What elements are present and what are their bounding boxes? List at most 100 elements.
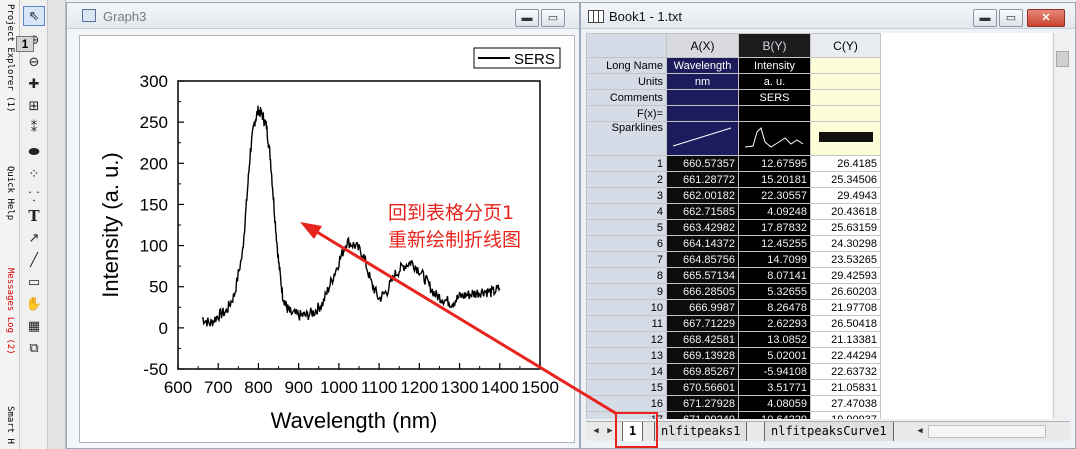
cell-a[interactable]: 670.56601 [666,379,739,396]
cell-b[interactable]: 5.02001 [738,347,811,364]
row-number[interactable]: 15 [586,379,667,396]
label-row-header[interactable]: F(x)= [586,105,667,122]
cell-b[interactable]: 3.51771 [738,379,811,396]
sparkline-b[interactable] [738,121,811,156]
table-row[interactable]: 5 663.42982 17.87832 25.63159 [586,219,888,236]
label-row-header[interactable]: Comments [586,89,667,106]
cell-c[interactable]: 26.60203 [810,283,881,300]
cell-b[interactable]: 4.09248 [738,203,811,220]
label-cell[interactable] [810,89,881,106]
row-number[interactable]: 13 [586,347,667,364]
label-cell[interactable] [810,105,881,122]
sheet-tab-nlfitpeakscurve1[interactable]: nlfitpeaksCurve1 [764,422,894,441]
cell-b[interactable]: 22.30557 [738,187,811,204]
cell-a[interactable]: 669.13928 [666,347,739,364]
cell-b[interactable]: 12.45255 [738,235,811,252]
cell-a[interactable]: 665.57134 [666,267,739,284]
row-number[interactable]: 6 [586,235,667,252]
cell-b[interactable]: 14.7099 [738,251,811,268]
label-cell[interactable]: a. u. [738,73,811,90]
sheet-tab-1[interactable]: 1 [622,422,644,441]
cell-c[interactable]: 27.47038 [810,395,881,412]
table-row[interactable]: 13 669.13928 5.02001 22.44294 [586,347,888,364]
cell-a[interactable]: 664.85756 [666,251,739,268]
column-header-b[interactable]: B(Y) [738,33,811,58]
cell-c[interactable]: 25.63159 [810,219,881,236]
cell-a[interactable]: 666.9987 [666,299,739,316]
cell-c[interactable]: 29.4943 [810,187,881,204]
workbook-close-button[interactable]: ✕ [1027,9,1065,27]
cell-c[interactable]: 19.90937 [810,411,881,419]
table-row[interactable]: 16 671.27928 4.08059 27.47038 [586,395,888,412]
label-cell[interactable] [810,73,881,90]
cell-b[interactable]: 8.07141 [738,267,811,284]
sparkline-a[interactable] [666,121,739,156]
cell-b[interactable]: 12.67595 [738,155,811,172]
cell-c[interactable]: 26.4185 [810,155,881,172]
cell-c[interactable]: 23.53265 [810,251,881,268]
cell-a[interactable]: 667.71229 [666,315,739,332]
cell-c[interactable]: 25.34506 [810,171,881,188]
vertical-scroll-thumb[interactable] [1056,51,1069,67]
cell-b[interactable]: 10.64229 [738,411,811,419]
cell-c[interactable]: 21.13381 [810,331,881,348]
table-row[interactable]: 1 660.57357 12.67595 26.4185 [586,155,888,172]
cell-a[interactable]: 661.28772 [666,171,739,188]
table-row[interactable]: 11 667.71229 2.62293 26.50418 [586,315,888,332]
row-number[interactable]: 5 [586,219,667,236]
cell-c[interactable]: 21.05831 [810,379,881,396]
label-row-header[interactable]: Units [586,73,667,90]
table-row[interactable]: 10 666.9987 8.26478 21.97708 [586,299,888,316]
cell-a[interactable]: 671.27928 [666,395,739,412]
row-number[interactable]: 10 [586,299,667,316]
row-number[interactable]: 16 [586,395,667,412]
label-row-header[interactable]: Long Name [586,57,667,74]
vertical-scrollbar[interactable] [1053,33,1070,419]
tab-prev-icon[interactable]: ◀ [590,424,602,438]
cell-a[interactable]: 669.85267 [666,363,739,380]
cell-a[interactable]: 662.00182 [666,187,739,204]
cell-c[interactable]: 20.43618 [810,203,881,220]
label-cell[interactable] [666,105,739,122]
row-number[interactable]: 7 [586,251,667,268]
corner-cell[interactable] [586,33,667,58]
table-row[interactable]: 7 664.85756 14.7099 23.53265 [586,251,888,268]
tab-next-icon[interactable]: ▶ [604,424,616,438]
row-number[interactable]: 1 [586,155,667,172]
row-number[interactable]: 4 [586,203,667,220]
table-row[interactable]: 6 664.14372 12.45255 24.30298 [586,235,888,252]
row-number[interactable]: 17 [586,411,667,419]
table-row[interactable]: 12 668.42581 13.0852 21.13381 [586,331,888,348]
cell-a[interactable]: 663.42982 [666,219,739,236]
hscroll-left-icon[interactable]: ◀ [914,424,926,438]
cell-c[interactable]: 22.44294 [810,347,881,364]
label-cell[interactable]: Wavelength [666,57,739,74]
cell-a[interactable]: 668.42581 [666,331,739,348]
workbook-titlebar[interactable]: Book1 - 1.txt ▬ ▭ ✕ [581,3,1075,29]
cell-c[interactable]: 29.42593 [810,267,881,284]
label-cell[interactable]: SERS [738,89,811,106]
cell-c[interactable]: 24.30298 [810,235,881,252]
table-row[interactable]: 17671.9924910.6422919.90937 [586,411,888,419]
row-number[interactable]: 11 [586,315,667,332]
cell-b[interactable]: 2.62293 [738,315,811,332]
sparkline-c[interactable] [810,121,881,156]
table-row[interactable]: 4 662.71585 4.09248 20.43618 [586,203,888,220]
cell-a[interactable]: 662.71585 [666,203,739,220]
label-cell[interactable]: nm [666,73,739,90]
label-cell[interactable] [810,57,881,74]
cell-c[interactable]: 26.50418 [810,315,881,332]
row-number[interactable]: 8 [586,267,667,284]
column-header-a[interactable]: A(X) [666,33,739,58]
row-number[interactable]: 3 [586,187,667,204]
cell-a[interactable]: 664.14372 [666,235,739,252]
table-row[interactable]: 3 662.00182 22.30557 29.4943 [586,187,888,204]
cell-b[interactable]: 13.0852 [738,331,811,348]
cell-a[interactable]: 660.57357 [666,155,739,172]
sheet-tab-nlfitpeaks1[interactable]: nlfitpeaks1 [654,422,748,441]
label-cell[interactable] [738,105,811,122]
table-row[interactable]: 14 669.85267 -5.94108 22.63732 [586,363,888,380]
cell-b[interactable]: 4.08059 [738,395,811,412]
workbook-maximize-button[interactable]: ▭ [999,9,1023,27]
column-header-c[interactable]: C(Y) [810,33,881,58]
